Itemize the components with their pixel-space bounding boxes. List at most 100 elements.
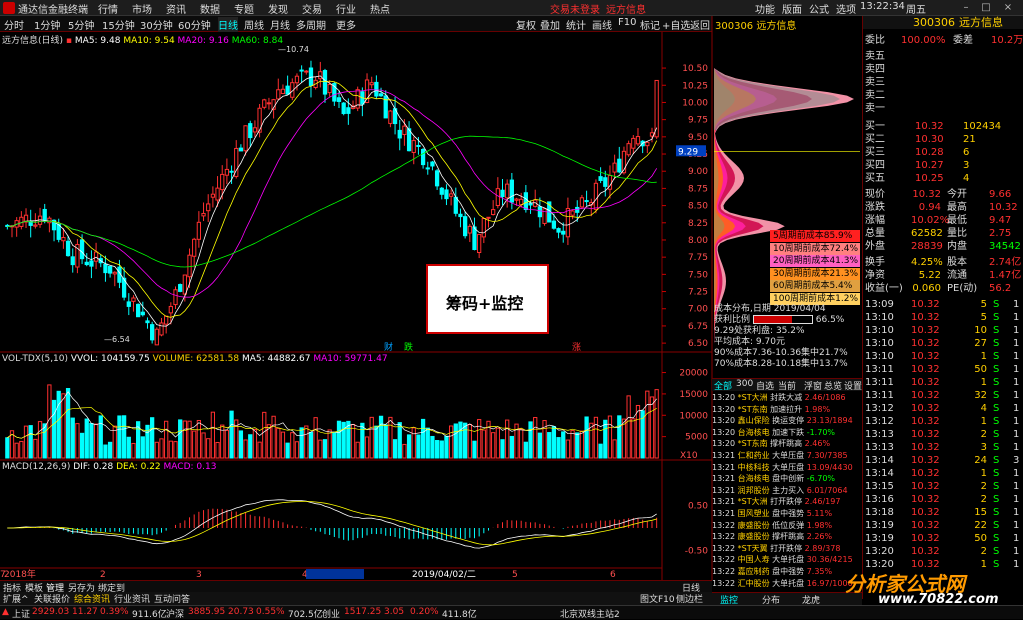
- cost-info-panel: 成本分布,日期 2019/04/04 获利比例 66.5% 9.29处获利盘: …: [714, 304, 862, 370]
- volume-bar: [327, 429, 332, 459]
- candle-body: [70, 256, 75, 266]
- quote-cell: 9.47: [989, 215, 1012, 226]
- close-icon[interactable]: ×: [1002, 2, 1014, 14]
- maximize-icon[interactable]: □: [980, 2, 992, 14]
- quote-cell: 1: [1013, 299, 1020, 310]
- quote-cell: 100.00%: [901, 35, 946, 46]
- x-axis-label: 2019/04/02/二: [412, 570, 476, 580]
- price-tick-label: 8.25: [688, 219, 708, 229]
- quote-cell: 10.32: [911, 416, 940, 427]
- candle-body: [93, 251, 99, 262]
- quote-cell: 4: [963, 173, 970, 184]
- monitor-tab[interactable]: 自选: [756, 379, 774, 392]
- monitor-row[interactable]: 13:21 仁和药业 大单压盘 7.30/7385: [712, 450, 862, 461]
- quote-cell: 10.32: [911, 481, 940, 492]
- minimize-icon[interactable]: –: [960, 2, 972, 14]
- cost-date: 2019/04/04: [773, 304, 826, 314]
- monitor-cell: 13:21: [712, 497, 736, 507]
- monitor-row[interactable]: 13:21 中核科技 大单压盘 13.09/4430: [712, 462, 862, 473]
- volume-bar: [201, 432, 206, 459]
- monitor-row[interactable]: 13:22 汇中股份 大单托盘 16.97/1000: [712, 578, 862, 589]
- quote-cell: 13:19: [865, 520, 894, 531]
- chip-monitor-popup[interactable]: 筹码+监控: [426, 264, 549, 334]
- volume-bar: [61, 393, 66, 459]
- monitor-list[interactable]: 13:20 *ST大洲 封跌大减 2.46/1086 13:20 *ST东南 加速…: [712, 392, 862, 590]
- monitor-tab[interactable]: 设置: [844, 379, 862, 392]
- sh-arrow-icon: ▲: [2, 607, 9, 617]
- sidebar-button[interactable]: 侧边栏: [676, 592, 703, 605]
- monitor-tab[interactable]: 300: [736, 379, 753, 389]
- quote-cell: 内盘: [947, 241, 967, 252]
- bid-row: 买二 10.30 21: [863, 133, 1023, 146]
- volume-bar: [164, 420, 169, 459]
- monitor-tab[interactable]: 总览: [824, 379, 842, 392]
- volume-bar: [406, 434, 412, 459]
- monitor-row[interactable]: 13:22 嘉应制药 盘中强势 7.35%: [712, 566, 862, 577]
- volume-bar: [33, 438, 38, 459]
- monitor-row[interactable]: 13:22 中国人寿 大单托盘 30.36/4215: [712, 554, 862, 565]
- monitor-tab[interactable]: 全部: [714, 379, 732, 392]
- sub-tab[interactable]: 互动问答: [154, 592, 190, 605]
- tick-row: 13:11 10.32 50 S 1: [863, 363, 1023, 376]
- volume-bar: [463, 422, 468, 459]
- monitor-row[interactable]: 13:20 *ST东南 撑杆跳高 2.46%: [712, 438, 862, 449]
- vol-ma10-line: [7, 407, 657, 439]
- monitor-row[interactable]: 13:22 康盛股份 撑杆跳高 2.26%: [712, 531, 862, 542]
- monitor-cell: *ST东南: [737, 439, 768, 449]
- quote-cell: 1: [1013, 546, 1020, 557]
- server-label[interactable]: 北京双线主站2: [560, 607, 620, 620]
- monitor-row[interactable]: 13:22 康盛股份 低位反弹 1.98%: [712, 520, 862, 531]
- monitor-row[interactable]: 13:20 鑫山保险 换运变停 23.13/1894: [712, 415, 862, 426]
- candle-body: [561, 230, 566, 235]
- volume-bar: [448, 425, 454, 459]
- quote-cell: 24: [974, 455, 987, 466]
- quote-cell: 13:11: [865, 364, 894, 375]
- monitor-row[interactable]: 13:21 *ST大洲 打开跌停 2.46/197: [712, 496, 862, 507]
- bid-row: 买三 10.28 6: [863, 146, 1023, 159]
- monitor-cell: 中核科技: [737, 462, 770, 472]
- sub-tab[interactable]: 行业资讯: [114, 592, 150, 605]
- monitor-cell: 13:20: [712, 404, 736, 414]
- indicator-bar: 指标 模板 管理 另存为 绑定到 日线: [0, 580, 712, 594]
- candle-body: [528, 202, 533, 206]
- price-tick-label: 6.50: [688, 339, 708, 349]
- monitor-cell: 13:20: [712, 427, 736, 437]
- monitor-tab[interactable]: 当前: [778, 379, 796, 392]
- candle-body: [467, 225, 472, 234]
- volume-bar: [355, 441, 360, 459]
- sub-tab[interactable]: 综合资讯: [74, 592, 110, 605]
- popup-text: 筹码+监控: [446, 294, 524, 313]
- monitor-row[interactable]: 13:21 国风塑业 盘中强势 5.11%: [712, 508, 862, 519]
- volume-bar: [308, 431, 314, 459]
- sz-label[interactable]: 沪深: [166, 607, 184, 620]
- candle-body: [542, 208, 547, 224]
- sh-label[interactable]: 上证: [12, 607, 30, 620]
- tick-row: 13:10 10.32 1 S 1: [863, 350, 1023, 363]
- monitor-cell: 国风塑业: [737, 509, 770, 518]
- monitor-row[interactable]: 13:20 *ST东南 加速拉升 1.98%: [712, 404, 862, 415]
- quote-cell: 今开: [947, 189, 967, 200]
- candle-body: [579, 197, 585, 208]
- monitor-row[interactable]: 13:21 台海核电 盘中创新 -6.70%: [712, 473, 862, 484]
- quote-cell: 净资: [865, 270, 885, 281]
- tick-row: 13:13 10.32 2 S 1: [863, 428, 1023, 441]
- stat-row: 现价 10.32 今开 9.66: [863, 188, 1023, 201]
- monitor-row[interactable]: 13:21 润邦股份 主力买入 6.01/7064: [712, 485, 862, 496]
- sub-tab[interactable]: 关联报价: [34, 592, 70, 605]
- quote-cell: 现价: [865, 189, 885, 200]
- candle-body: [509, 179, 514, 203]
- volume-bar: [98, 415, 103, 459]
- quote-cell: 量比: [947, 228, 967, 239]
- monitor-row[interactable]: 13:22 *ST天翼 打开跌停 2.89/378: [712, 543, 862, 554]
- ma60-line: [7, 135, 657, 268]
- quote-cell: S: [993, 507, 1000, 518]
- monitor-row[interactable]: 13:20 台海核电 加速下跌 -1.70%: [712, 427, 862, 438]
- volume-bar: [584, 416, 589, 459]
- monitor-row[interactable]: 13:20 *ST大洲 封跌大减 2.46/1086: [712, 392, 862, 403]
- quote-cell: 2: [980, 494, 987, 505]
- monitor-tab[interactable]: 浮窗: [804, 379, 822, 392]
- sub-tab[interactable]: 扩展^: [3, 592, 29, 605]
- quote-cell: S: [993, 390, 1000, 401]
- f10-button[interactable]: 图文F10: [640, 592, 675, 605]
- cy-label[interactable]: 创业: [322, 607, 340, 620]
